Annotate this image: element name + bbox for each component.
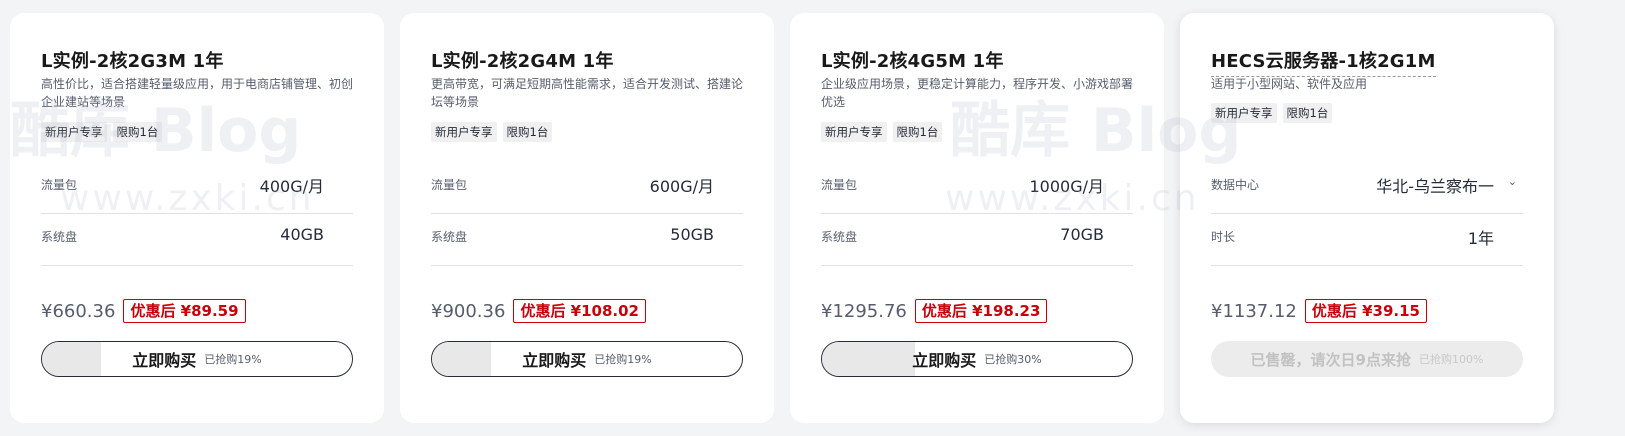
discount-price: 优惠后 ¥198.23 <box>914 299 1048 323</box>
product-card: HECS云服务器-1核2G1M 适用于小型网站、软件及应用 新用户专享 限购1台… <box>1180 13 1554 423</box>
tag-new-user: 新用户专享 <box>821 122 887 142</box>
card-title: L实例-2核4G5M 1年 <box>821 51 1004 72</box>
spec-value: 400G/月 <box>259 177 324 196</box>
spec-row-disk: 系统盘 50GB <box>431 215 743 266</box>
buy-button-label: 立即购买 <box>132 351 197 370</box>
card-description: 更高带宽，可满足短期高性能需求，适合开发测试、搭建论坛等场景 <box>431 77 744 109</box>
discount-price: 优惠后 ¥39.15 <box>1304 299 1427 323</box>
price-block: ¥1295.76 优惠后 ¥198.23 <box>821 299 1048 323</box>
card-title: L实例-2核2G4M 1年 <box>431 51 614 72</box>
spec-value: 1年 <box>1467 229 1494 248</box>
card-description: 高性价比，适合搭建轻量级应用，用于电商店铺管理、初创企业建站等场景 <box>41 77 354 109</box>
purchase-progress-text: 已抢购30% <box>984 353 1042 366</box>
card-title: L实例-2核2G3M 1年 <box>41 51 224 72</box>
tag-list: 新用户专享 限购1台 <box>41 122 163 142</box>
spec-label: 数据中心 <box>1211 178 1260 192</box>
tag-purchase-limit: 限购1台 <box>892 122 943 142</box>
chevron-down-icon: ⌄ <box>1507 175 1517 188</box>
spec-row-duration: 时长 1年 <box>1211 215 1523 266</box>
purchase-progress-text: 已抢购19% <box>204 353 262 366</box>
purchase-progress-text: 已抢购100% <box>1419 353 1484 366</box>
spec-value: 1000G/月 <box>1029 177 1104 196</box>
spec-label: 系统盘 <box>41 230 78 244</box>
card-description: 适用于小型网站、软件及应用 <box>1211 77 1368 91</box>
spec-label: 系统盘 <box>431 230 468 244</box>
tag-list: 新用户专享 限购1台 <box>431 122 553 142</box>
discount-price: 优惠后 ¥108.02 <box>513 299 646 323</box>
tag-list: 新用户专享 限购1台 <box>1211 103 1333 123</box>
datacenter-value: 华北-乌兰察布一 <box>1376 177 1494 196</box>
tag-purchase-limit: 限购1台 <box>1282 103 1333 123</box>
buy-now-button[interactable]: 立即购买 已抢购30% <box>821 341 1133 377</box>
buy-now-button[interactable]: 立即购买 已抢购19% <box>41 341 353 377</box>
tag-new-user: 新用户专享 <box>431 122 497 142</box>
spec-value: 600G/月 <box>649 177 714 196</box>
spec-label: 时长 <box>1211 230 1236 244</box>
spec-value: 40GB <box>280 225 324 244</box>
product-card: L实例-2核2G4M 1年 更高带宽，可满足短期高性能需求，适合开发测试、搭建论… <box>400 13 774 423</box>
discount-price: 优惠后 ¥89.59 <box>123 299 246 323</box>
price-block: ¥1137.12 优惠后 ¥39.15 <box>1211 299 1427 323</box>
tag-new-user: 新用户专享 <box>41 122 107 142</box>
tag-list: 新用户专享 限购1台 <box>821 122 943 142</box>
card-title[interactable]: HECS云服务器-1核2G1M <box>1211 47 1436 77</box>
original-price: ¥660.36 <box>41 300 116 322</box>
price-block: ¥660.36 优惠后 ¥89.59 <box>41 299 246 323</box>
product-card: L实例-2核2G3M 1年 高性价比，适合搭建轻量级应用，用于电商店铺管理、初创… <box>10 13 384 423</box>
spec-label: 流量包 <box>431 178 468 192</box>
spec-label: 系统盘 <box>821 230 858 244</box>
purchase-progress-text: 已抢购19% <box>594 353 652 366</box>
spec-row-traffic: 流量包 1000G/月 <box>821 163 1133 214</box>
spec-label: 流量包 <box>821 178 858 192</box>
spec-row-disk: 系统盘 40GB <box>41 215 353 266</box>
spec-row-traffic: 流量包 600G/月 <box>431 163 743 214</box>
price-block: ¥900.36 优惠后 ¥108.02 <box>431 299 646 323</box>
product-card: L实例-2核4G5M 1年 企业级应用场景，更稳定计算能力，程序开发、小游戏部署… <box>790 13 1164 423</box>
spec-label: 流量包 <box>41 178 78 192</box>
spec-value: 70GB <box>1060 225 1104 244</box>
tag-purchase-limit: 限购1台 <box>112 122 163 142</box>
buy-button-label: 立即购买 <box>522 351 587 370</box>
tag-purchase-limit: 限购1台 <box>502 122 553 142</box>
original-price: ¥1295.76 <box>821 300 907 322</box>
spec-row-disk: 系统盘 70GB <box>821 215 1133 266</box>
sold-out-button: 已售罄，请次日9点来抢 已抢购100% <box>1211 341 1523 377</box>
original-price: ¥1137.12 <box>1211 300 1297 322</box>
buy-button-label: 立即购买 <box>912 351 977 370</box>
original-price: ¥900.36 <box>431 300 506 322</box>
buy-now-button[interactable]: 立即购买 已抢购19% <box>431 341 743 377</box>
tag-new-user: 新用户专享 <box>1211 103 1277 123</box>
sold-out-label: 已售罄，请次日9点来抢 <box>1250 350 1411 369</box>
card-description: 企业级应用场景，更稳定计算能力，程序开发、小游戏部署优选 <box>821 77 1134 109</box>
spec-value: 50GB <box>670 225 714 244</box>
spec-row-traffic: 流量包 400G/月 <box>41 163 353 214</box>
datacenter-select[interactable]: 数据中心 华北-乌兰察布一 ⌄ <box>1211 163 1523 214</box>
